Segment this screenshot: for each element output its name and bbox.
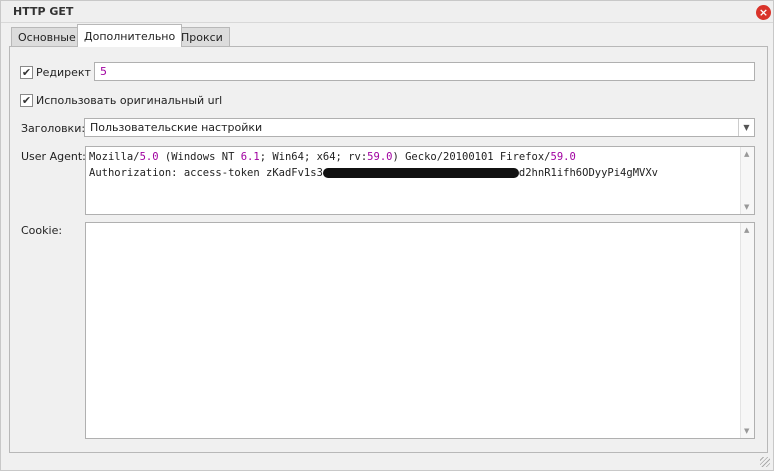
tab-basic[interactable]: Основные (11, 27, 83, 47)
redirect-label: Редирект (36, 66, 91, 79)
redaction-mark (322, 168, 519, 178)
window-title: HTTP GET (13, 5, 74, 18)
user-agent-textarea[interactable]: Mozilla/5.0 (Windows NT 6.1; Win64; x64;… (85, 146, 755, 215)
original-url-label: Использовать оригинальный url (36, 94, 223, 107)
headers-label: Заголовки: (21, 122, 86, 135)
user-agent-label: User Agent: (21, 150, 86, 163)
redirect-checkbox[interactable]: ✔ (20, 66, 33, 79)
redirect-input[interactable]: 5 (94, 62, 755, 81)
chevron-down-icon[interactable]: ▼ (738, 119, 754, 136)
headers-value: Пользовательские настройки (90, 121, 263, 134)
tab-proxy[interactable]: Прокси (174, 27, 230, 47)
authorization-line: Authorization: access-token zKadFv1s3 d2h… (89, 167, 658, 179)
resize-grip[interactable] (760, 457, 770, 467)
cookie-label: Cookie: (21, 224, 63, 237)
close-icon[interactable]: × (756, 5, 771, 20)
title-bar: HTTP GET × (1, 1, 773, 23)
tab-advanced[interactable]: Дополнительно (77, 24, 183, 47)
cookie-textarea[interactable]: ▲ ▼ (85, 222, 755, 439)
scrollbar[interactable]: ▲ ▼ (740, 147, 754, 214)
original-url-checkbox[interactable]: ✔ (20, 94, 33, 107)
headers-select[interactable]: Пользовательские настройки ▼ (84, 118, 755, 137)
user-agent-line: Mozilla/5.0 (Windows NT 6.1; Win64; x64;… (89, 151, 576, 163)
scrollbar[interactable]: ▲ ▼ (740, 223, 754, 438)
